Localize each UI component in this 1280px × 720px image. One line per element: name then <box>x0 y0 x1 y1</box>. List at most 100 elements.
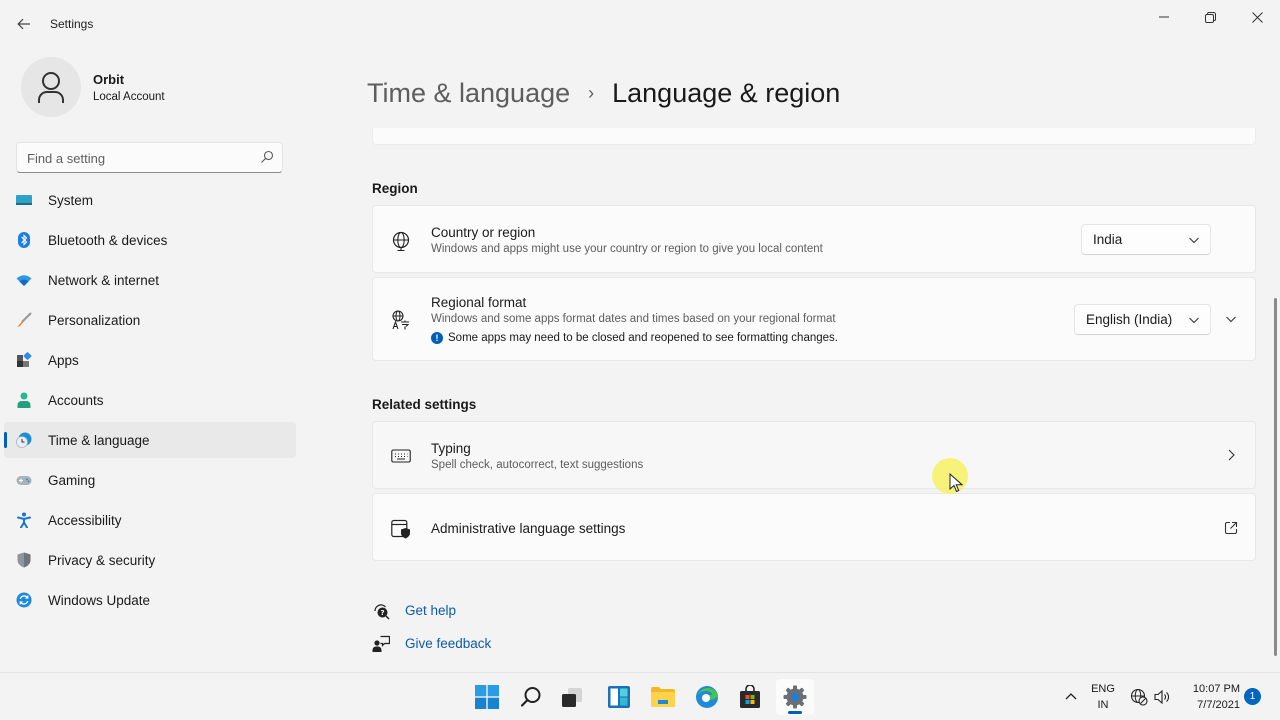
edge-browser-icon <box>696 686 718 708</box>
clock-globe-icon <box>16 432 32 448</box>
update-icon <box>16 592 32 608</box>
sidebar-item-label: Gaming <box>48 472 96 488</box>
sidebar-item-personalization[interactable]: Personalization <box>4 302 296 338</box>
sidebar-item-windows-update[interactable]: Windows Update <box>4 582 296 618</box>
profile-name: Orbit <box>93 72 125 87</box>
sidebar-item-privacy[interactable]: Privacy & security <box>4 542 296 578</box>
taskbar-clock[interactable]: 10:07 PM 7/7/2021 <box>1180 681 1240 713</box>
sidebar-item-accessibility[interactable]: Accessibility <box>4 502 296 538</box>
taskbar-start-button[interactable] <box>468 679 506 715</box>
sidebar-item-label: System <box>48 192 94 208</box>
sidebar-item-label: Accessibility <box>48 512 122 528</box>
sidebar-item-label: Bluetooth & devices <box>48 232 168 248</box>
taskbar: ENG IN 10:07 PM 7/7/2021 1 <box>0 672 1280 720</box>
shield-icon <box>17 552 31 568</box>
sidebar-item-label: Accounts <box>48 392 104 408</box>
language-code: ENG <box>1091 683 1115 695</box>
avatar <box>21 57 81 117</box>
notification-badge[interactable]: 1 <box>1244 688 1261 705</box>
app-title: Settings <box>50 17 94 31</box>
keyboard-icon <box>391 449 411 463</box>
regional-format-dropdown[interactable]: English (India) <box>1074 304 1211 335</box>
sidebar-item-time-language[interactable]: Time & language <box>4 422 296 458</box>
country-region-selected: India <box>1093 232 1123 247</box>
search-icon <box>520 687 541 707</box>
info-icon: ! <box>431 332 443 344</box>
search-input[interactable] <box>27 149 252 167</box>
admin-language-title: Administrative language settings <box>431 521 626 536</box>
regional-format-note-text: Some apps may need to be closed and reop… <box>448 332 838 344</box>
region-section-title: Region <box>372 181 418 196</box>
sidebar-item-system[interactable]: System <box>4 182 296 218</box>
folder-icon <box>651 687 675 707</box>
sidebar-item-bluetooth[interactable]: Bluetooth & devices <box>4 222 296 258</box>
help-icon: ? <box>374 603 390 620</box>
settings-gear-icon <box>783 685 807 709</box>
restore-button[interactable] <box>1187 4 1233 30</box>
regional-format-note: ! Some apps may need to be closed and re… <box>431 332 838 344</box>
windows-logo-icon <box>475 685 499 709</box>
regional-format-card[interactable]: Regional format Windows and some apps fo… <box>372 277 1256 361</box>
wifi-icon <box>16 275 32 286</box>
get-help-label: Get help <box>405 603 457 618</box>
task-view-icon <box>562 688 582 707</box>
chevron-up-icon <box>1065 693 1077 700</box>
apps-icon <box>17 352 32 367</box>
sidebar-item-accounts[interactable]: Accounts <box>4 382 296 418</box>
taskbar-settings-button[interactable] <box>776 679 814 715</box>
give-feedback-label: Give feedback <box>405 636 492 651</box>
sidebar-item-label: Network & internet <box>48 272 160 288</box>
taskbar-file-explorer-button[interactable] <box>644 679 682 715</box>
admin-language-card[interactable]: Administrative language settings <box>372 493 1256 561</box>
back-button[interactable] <box>14 14 34 34</box>
volume-icon[interactable] <box>1153 688 1171 706</box>
clock-time: 10:07 PM <box>1192 683 1240 695</box>
sidebar-item-label: Privacy & security <box>48 552 156 568</box>
regional-format-icon <box>392 310 410 330</box>
bluetooth-icon <box>18 232 30 248</box>
typing-title: Typing <box>431 441 471 456</box>
sidebar-item-apps[interactable]: Apps <box>4 342 296 378</box>
sidebar-item-label: Apps <box>48 352 79 368</box>
input-language-indicator[interactable]: ENG IN <box>1088 681 1118 713</box>
typing-description: Spell check, autocorrect, text suggestio… <box>431 459 644 471</box>
sidebar-item-gaming[interactable]: Gaming <box>4 462 296 498</box>
back-arrow-icon <box>17 18 30 30</box>
search-icon[interactable] <box>260 150 274 164</box>
regional-format-description: Windows and some apps format dates and t… <box>431 313 836 325</box>
admin-window-shield-icon <box>391 519 410 539</box>
taskbar-widgets-button[interactable] <box>600 679 638 715</box>
taskbar-task-view-button[interactable] <box>553 679 591 715</box>
show-hidden-icons-button[interactable] <box>1062 686 1080 706</box>
country-region-title: Country or region <box>431 225 536 240</box>
network-globe-icon[interactable] <box>1130 688 1148 706</box>
svg-text:?: ? <box>380 609 384 617</box>
settings-window: Settings Orbit Local Account System Blue… <box>0 0 1280 672</box>
store-bag-icon <box>740 685 760 708</box>
chevron-down-icon <box>1189 237 1199 244</box>
close-button[interactable] <box>1234 4 1280 30</box>
search-box[interactable] <box>16 142 283 173</box>
monitor-icon <box>16 195 32 205</box>
person-icon <box>17 392 31 408</box>
breadcrumb: Time & language › Language & region <box>367 78 840 109</box>
breadcrumb-parent[interactable]: Time & language <box>367 78 570 109</box>
country-region-dropdown[interactable]: India <box>1081 224 1211 255</box>
taskbar-store-button[interactable] <box>731 679 769 715</box>
mouse-pointer-icon <box>949 473 963 493</box>
gamepad-icon <box>16 476 32 485</box>
sidebar-item-label: Personalization <box>48 312 141 328</box>
related-settings-title: Related settings <box>372 397 477 412</box>
taskbar-edge-button[interactable] <box>688 679 726 715</box>
typing-card[interactable]: Typing Spell check, autocorrect, text su… <box>372 421 1256 489</box>
open-external-icon <box>1224 521 1238 535</box>
brush-icon <box>17 312 32 327</box>
sidebar-nav: System Bluetooth & devices Network & int… <box>4 182 296 622</box>
sidebar-item-network[interactable]: Network & internet <box>4 262 296 298</box>
sidebar-item-label: Windows Update <box>48 592 151 608</box>
taskbar-search-button[interactable] <box>512 679 550 715</box>
expand-regional-format-button[interactable] <box>1219 307 1243 331</box>
minimize-button[interactable] <box>1141 4 1187 30</box>
minimize-icon <box>1159 16 1169 18</box>
vertical-scrollbar[interactable] <box>1274 298 1277 656</box>
